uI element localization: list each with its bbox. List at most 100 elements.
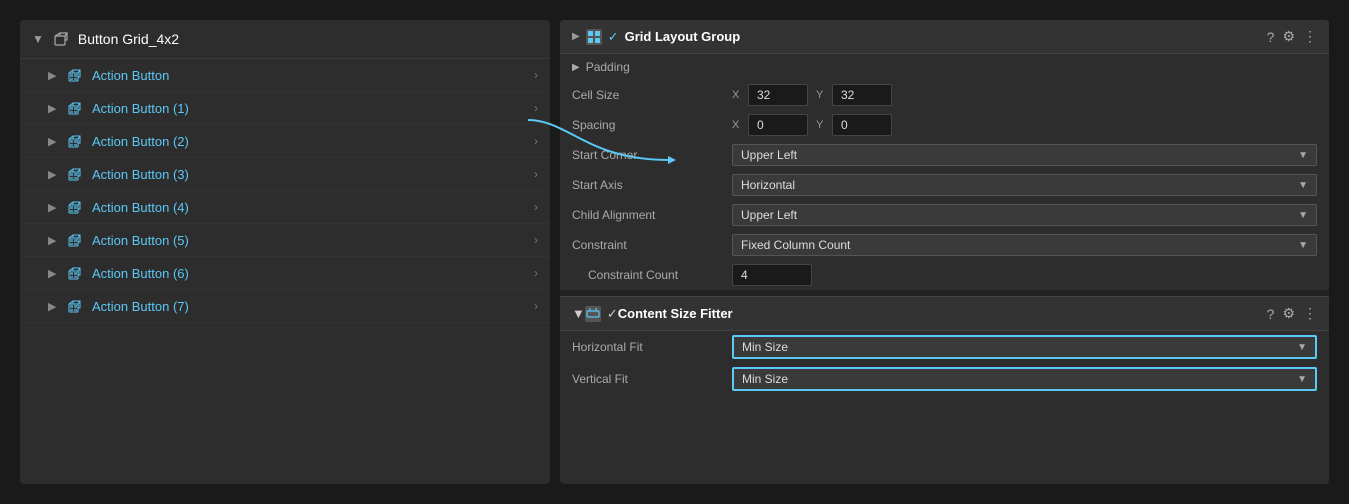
constraint-dropdown[interactable]: Fixed Column Count ▼	[732, 234, 1317, 256]
y-label-spacing: Y	[816, 119, 828, 131]
item-chevron-6: ›	[534, 266, 538, 280]
hierarchy-panel: ▼ Button Grid_4x2 ▶	[20, 20, 550, 484]
start-corner-arrow: ▼	[1298, 150, 1308, 161]
item-label-4: Action Button (4)	[92, 200, 534, 215]
constraint-count-input[interactable]: 4	[732, 264, 812, 286]
vertical-fit-dropdown[interactable]: Min Size ▼	[732, 367, 1317, 391]
item-cube-icon-0	[66, 66, 84, 84]
expand-arrow-root: ▼	[32, 32, 44, 46]
hierarchy-item-4[interactable]: ▶ Action Button (4) ›	[20, 191, 550, 224]
item-expand-arrow-5: ▶	[48, 234, 58, 247]
hierarchy-root-label: Button Grid_4x2	[78, 31, 179, 47]
question-icon[interactable]: ?	[1267, 29, 1275, 45]
item-chevron-2: ›	[534, 134, 538, 148]
grid-layout-header: ▶ ✓ Grid Layout Group ? ⚙ ⋮	[560, 20, 1329, 54]
spacing-y-field: Y 0	[816, 114, 892, 136]
padding-label: Padding	[586, 60, 746, 74]
hierarchy-item-0[interactable]: ▶ Action Button ›	[20, 59, 550, 92]
csf-header-icons: ? ⚙ ⋮	[1267, 305, 1317, 322]
item-expand-arrow-2: ▶	[48, 135, 58, 148]
spacing-x-field: X 0	[732, 114, 808, 136]
cell-size-y-input[interactable]: 32	[832, 84, 892, 106]
hierarchy-item-6[interactable]: ▶ Action Button (6) ›	[20, 257, 550, 290]
grid-layout-title: Grid Layout Group	[625, 29, 1267, 44]
x-label-cell: X	[732, 89, 744, 101]
child-alignment-dropdown[interactable]: Upper Left ▼	[732, 204, 1317, 226]
spacing-row: Spacing X 0 Y 0	[560, 110, 1329, 140]
cell-size-values: X 32 Y 32	[732, 84, 1317, 106]
item-chevron-0: ›	[534, 68, 538, 82]
csf-icon	[585, 306, 601, 322]
start-corner-row: Start Corner Upper Left ▼	[560, 140, 1329, 170]
grid-enabled-check[interactable]: ✓	[608, 29, 619, 45]
item-chevron-1: ›	[534, 101, 538, 115]
spacing-values: X 0 Y 0	[732, 114, 1317, 136]
item-label-3: Action Button (3)	[92, 167, 534, 182]
item-cube-icon-2	[66, 132, 84, 150]
constraint-label: Constraint	[572, 238, 732, 252]
item-expand-arrow-6: ▶	[48, 267, 58, 280]
hierarchy-item-7[interactable]: ▶ Action Button (7) ›	[20, 290, 550, 323]
start-axis-dropdown[interactable]: Horizontal ▼	[732, 174, 1317, 196]
start-axis-label: Start Axis	[572, 178, 732, 192]
vertical-fit-value: Min Size	[742, 372, 788, 386]
hierarchy-item-2[interactable]: ▶ Action Button (2) ›	[20, 125, 550, 158]
x-label-spacing: X	[732, 119, 744, 131]
item-expand-arrow-1: ▶	[48, 102, 58, 115]
csf-question-icon[interactable]: ?	[1267, 306, 1275, 322]
csf-enabled-check[interactable]: ✓	[607, 306, 618, 322]
padding-row[interactable]: ▶ Padding	[560, 54, 1329, 80]
hierarchy-item-5[interactable]: ▶ Action Button (5) ›	[20, 224, 550, 257]
vertical-fit-label: Vertical Fit	[572, 372, 732, 386]
item-expand-arrow-3: ▶	[48, 168, 58, 181]
more-icon[interactable]: ⋮	[1303, 28, 1317, 45]
expand-tri-grid: ▶	[572, 31, 580, 42]
vertical-fit-arrow: ▼	[1297, 374, 1307, 385]
item-expand-arrow-7: ▶	[48, 300, 58, 313]
horizontal-fit-row: Horizontal Fit Min Size ▼	[560, 331, 1329, 363]
spacing-y-input[interactable]: 0	[832, 114, 892, 136]
cell-size-row: Cell Size X 32 Y 32	[560, 80, 1329, 110]
child-alignment-value: Upper Left	[741, 208, 797, 222]
hierarchy-item-3[interactable]: ▶ Action Button (3) ›	[20, 158, 550, 191]
child-alignment-arrow: ▼	[1298, 210, 1308, 221]
hierarchy-item-1[interactable]: ▶ Action Button (1) ›	[20, 92, 550, 125]
item-cube-icon-4	[66, 198, 84, 216]
horizontal-fit-value: Min Size	[742, 340, 788, 354]
cell-size-label: Cell Size	[572, 88, 732, 102]
item-chevron-7: ›	[534, 299, 538, 313]
horizontal-fit-arrow: ▼	[1297, 342, 1307, 353]
item-label-1: Action Button (1)	[92, 101, 534, 116]
cell-size-y-field: Y 32	[816, 84, 892, 106]
horizontal-fit-dropdown[interactable]: Min Size ▼	[732, 335, 1317, 359]
start-corner-value: Upper Left	[741, 148, 797, 162]
csf-settings-icon[interactable]: ⚙	[1282, 305, 1295, 322]
vertical-fit-row: Vertical Fit Min Size ▼	[560, 363, 1329, 395]
item-label-0: Action Button	[92, 68, 534, 83]
spacing-label: Spacing	[572, 118, 732, 132]
csf-more-icon[interactable]: ⋮	[1303, 305, 1317, 322]
start-corner-dropdown[interactable]: Upper Left ▼	[732, 144, 1317, 166]
cell-size-x-field: X 32	[732, 84, 808, 106]
y-label-cell: Y	[816, 89, 828, 101]
constraint-count-label: Constraint Count	[572, 268, 732, 282]
hierarchy-root-item[interactable]: ▼ Button Grid_4x2	[20, 20, 550, 59]
grid-header-icons: ? ⚙ ⋮	[1267, 28, 1317, 45]
constraint-value: Fixed Column Count	[741, 238, 850, 252]
hierarchy-list: ▶ Action Button › ▶	[20, 59, 550, 323]
csf-title: Content Size Fitter	[618, 306, 1267, 321]
inspector-panel: ▶ ✓ Grid Layout Group ? ⚙ ⋮ ▶ Padding	[560, 20, 1329, 484]
item-expand-arrow-4: ▶	[48, 201, 58, 214]
item-label-2: Action Button (2)	[92, 134, 534, 149]
content-size-fitter-header: ▼ ✓ Content Size Fitter ? ⚙ ⋮	[560, 296, 1329, 331]
item-label-5: Action Button (5)	[92, 233, 534, 248]
constraint-arrow: ▼	[1298, 240, 1308, 251]
start-axis-value: Horizontal	[741, 178, 795, 192]
grid-icon	[586, 29, 602, 45]
cell-size-x-input[interactable]: 32	[748, 84, 808, 106]
spacing-x-input[interactable]: 0	[748, 114, 808, 136]
item-cube-icon-3	[66, 165, 84, 183]
settings-icon[interactable]: ⚙	[1282, 28, 1295, 45]
constraint-count-row: Constraint Count 4	[560, 260, 1329, 290]
item-chevron-4: ›	[534, 200, 538, 214]
